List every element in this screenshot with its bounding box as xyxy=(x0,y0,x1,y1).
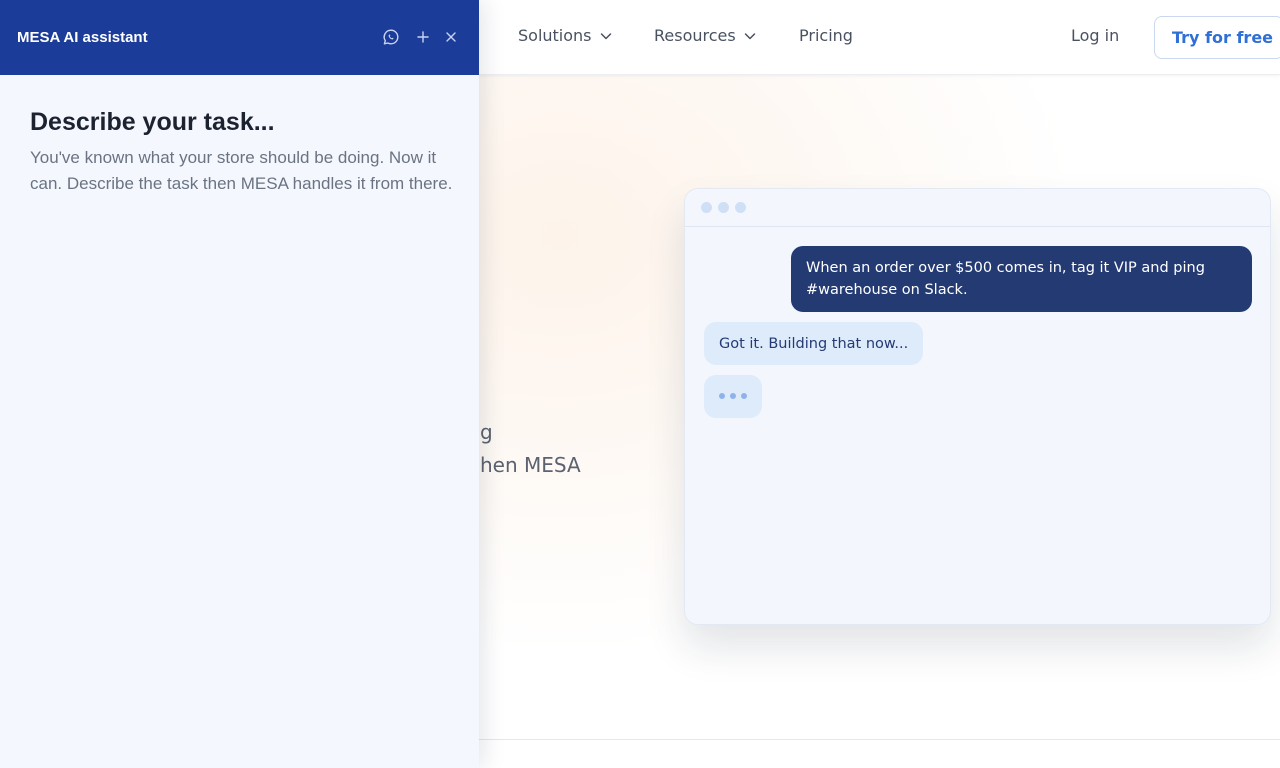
chat-preview-card: When an order over $500 comes in, tag it… xyxy=(684,188,1271,625)
try-for-free-button[interactable]: Try for free xyxy=(1154,16,1280,59)
hero-subtext-line2: hen MESA xyxy=(480,453,581,477)
user-message-bubble: When an order over $500 comes in, tag it… xyxy=(791,246,1252,312)
window-dot-icon xyxy=(718,202,729,213)
assistant-heading: Describe your task... xyxy=(30,108,275,136)
nav-solutions[interactable]: Solutions xyxy=(518,26,614,45)
card-window-bar xyxy=(685,189,1270,227)
login-link[interactable]: Log in xyxy=(1071,26,1119,45)
typing-dot-icon xyxy=(730,393,736,399)
nav-pricing-label: Pricing xyxy=(799,26,853,45)
plus-icon[interactable] xyxy=(412,26,434,48)
chevron-down-icon xyxy=(600,32,611,39)
typing-dot-icon xyxy=(741,393,747,399)
nav-resources-label: Resources xyxy=(654,26,736,45)
assistant-title: MESA AI assistant xyxy=(17,29,148,46)
typing-dot-icon xyxy=(719,393,725,399)
typing-indicator xyxy=(704,375,762,418)
assistant-header: MESA AI assistant xyxy=(0,0,479,75)
nav-pricing[interactable]: Pricing xyxy=(799,26,853,45)
assistant-description: You've known what your store should be d… xyxy=(30,148,453,193)
nav-resources[interactable]: Resources xyxy=(654,26,758,45)
hero-subtext-line1: g xyxy=(480,420,493,444)
window-dot-icon xyxy=(701,202,712,213)
chat-history-icon[interactable] xyxy=(380,26,402,48)
close-icon[interactable] xyxy=(440,26,462,48)
assistant-panel: MESA AI assistant Describe your task... … xyxy=(0,0,479,768)
window-dot-icon xyxy=(735,202,746,213)
section-divider xyxy=(479,739,1280,740)
bot-message-bubble: Got it. Building that now... xyxy=(704,322,924,365)
nav-solutions-label: Solutions xyxy=(518,26,592,45)
chevron-down-icon xyxy=(744,32,755,39)
